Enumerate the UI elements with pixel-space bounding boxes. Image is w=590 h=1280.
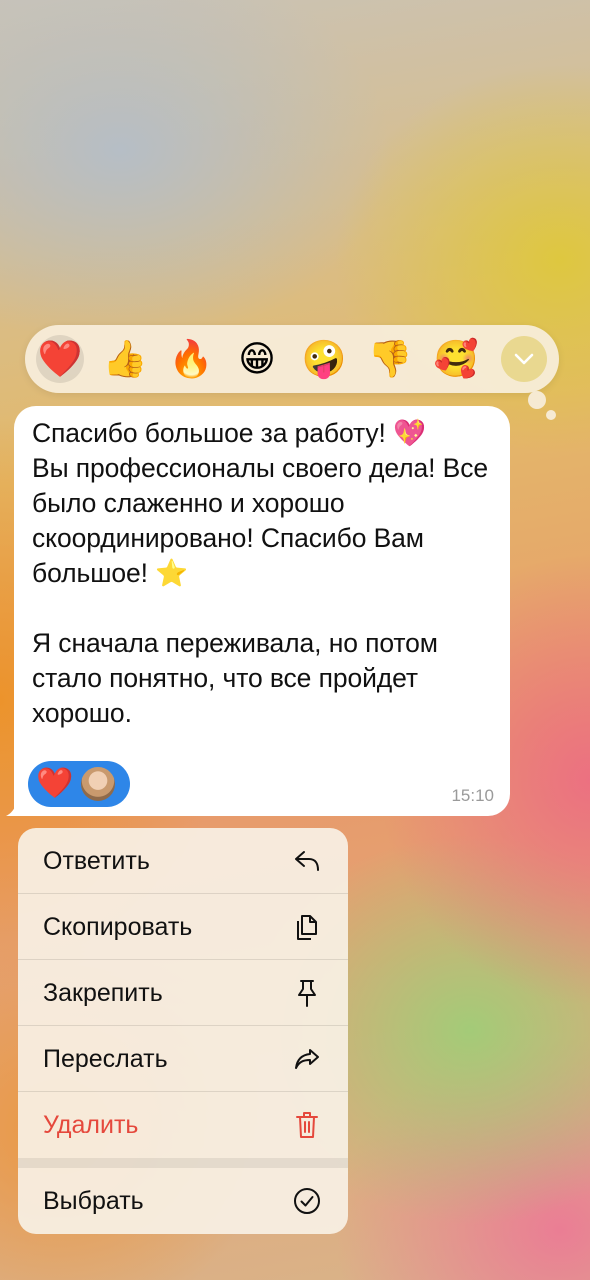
reaction-heart-button[interactable]: ❤️	[36, 335, 84, 383]
menu-item-label: Закрепить	[43, 978, 163, 1007]
message-text: Спасибо большое за работу! 💖 Вы професси…	[32, 418, 489, 728]
menu-item-label: Удалить	[43, 1110, 139, 1139]
menu-item-forward[interactable]: Переслать	[18, 1026, 348, 1092]
reaction-zany-face-button[interactable]: 🤪	[300, 335, 348, 383]
checkmark-circle-icon	[292, 1186, 322, 1216]
reaction-smiling-hearts-button[interactable]: 🥰	[432, 335, 480, 383]
context-menu: Ответить Скопировать Закрепить Переслать…	[18, 828, 348, 1234]
forward-icon	[292, 1044, 322, 1074]
reaction-heart: ❤️	[36, 767, 74, 800]
expand-reactions-button[interactable]	[501, 336, 547, 382]
avatar	[79, 765, 118, 803]
reaction-grin-button[interactable]: 😁	[233, 335, 281, 383]
reaction-picker: ❤️ 👍 🔥 😁 🤪 👎 🥰	[25, 325, 559, 420]
menu-item-label: Выбрать	[43, 1186, 144, 1215]
menu-item-copy[interactable]: Скопировать	[18, 894, 348, 960]
bubble-dot	[528, 391, 546, 409]
reaction-thumbs-up-button[interactable]: 👍	[101, 335, 149, 383]
menu-item-select[interactable]: Выбрать	[18, 1168, 348, 1234]
trash-icon	[292, 1110, 322, 1140]
menu-section-gap	[18, 1158, 348, 1168]
reply-icon	[292, 846, 322, 876]
menu-item-label: Переслать	[43, 1044, 168, 1073]
message-timestamp: 15:10	[451, 786, 494, 805]
message-reaction-chip[interactable]: ❤️	[28, 761, 130, 807]
copy-icon	[292, 912, 322, 942]
chevron-down-icon	[514, 353, 534, 365]
message-bubble[interactable]: Спасибо большое за работу! 💖 Вы професси…	[14, 406, 510, 816]
pin-icon	[292, 978, 322, 1008]
reaction-fire-button[interactable]: 🔥	[167, 335, 215, 383]
menu-item-pin[interactable]: Закрепить	[18, 960, 348, 1026]
reaction-thumbs-down-button[interactable]: 👎	[366, 335, 414, 383]
menu-item-label: Скопировать	[43, 912, 193, 941]
menu-item-delete[interactable]: Удалить	[18, 1092, 348, 1158]
menu-item-label: Ответить	[43, 846, 150, 875]
menu-item-reply[interactable]: Ответить	[18, 828, 348, 894]
bubble-dot	[546, 410, 556, 420]
